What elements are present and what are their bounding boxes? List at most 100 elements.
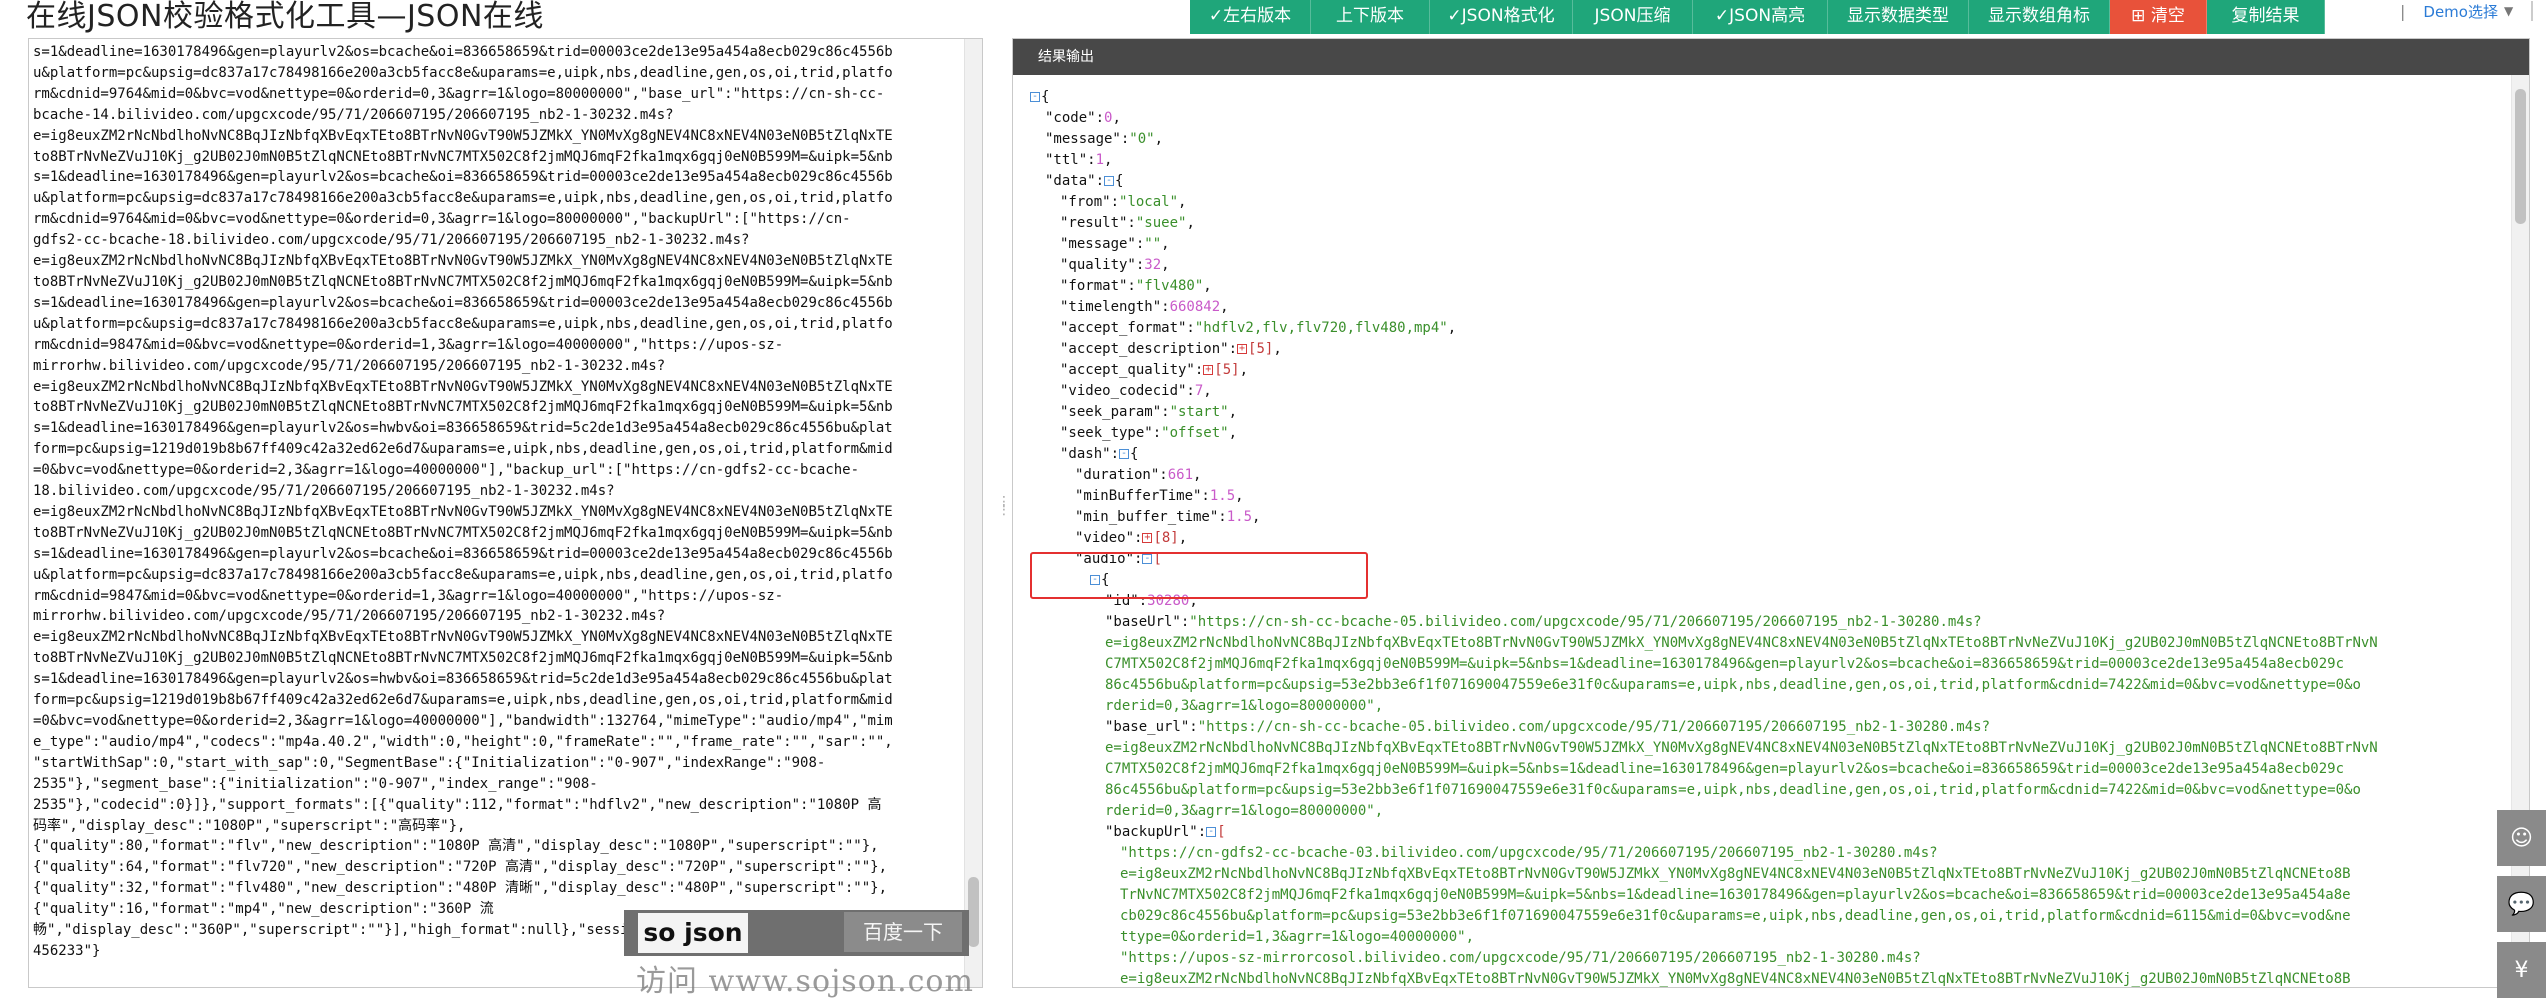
tree-line: TrNvNC7MTX502C8f2jmMQJ6mqF2fka1mqx6gqj0e…: [1013, 885, 2513, 906]
string-value: 86c4556bu&platform=pc&upsig=53e2bb3e6f1f…: [1105, 782, 2361, 798]
json-key: ,: [1220, 299, 1229, 315]
tree-line: e=ig8euxZM2rNcNbdlhoNvNC8BqJIzNbfqXBvEqx…: [1013, 633, 2513, 654]
json-key: "accept_format":: [1060, 320, 1195, 336]
collapse-icon[interactable]: -: [1030, 92, 1040, 102]
tree-line: "timelength":660842,: [1013, 297, 2513, 318]
object-brace: {: [1041, 89, 1050, 105]
tree-line: "message":"0",: [1013, 129, 2513, 150]
collapsed-count[interactable]: [8]: [1153, 530, 1178, 546]
number-value: 661: [1167, 467, 1194, 483]
string-value: "0": [1129, 131, 1155, 147]
json-key: ,: [1203, 383, 1212, 399]
expand-icon[interactable]: +: [1142, 533, 1153, 543]
string-value: C7MTX502C8f2jmMQJ6mqF2fka1mqx6gqj0eN0B59…: [1105, 761, 2345, 777]
yen-icon[interactable]: ¥: [2497, 942, 2546, 998]
tree-line: "https://cn-gdfs2-cc-bcache-03.bilivideo…: [1013, 843, 2513, 864]
tree-line: e=ig8euxZM2rNcNbdlhoNvNC8BqJIzNbfqXBvEqx…: [1013, 864, 2513, 885]
toolbar: ✓左右版本 上下版本 ✓JSON格式化 JSON压缩 ✓JSON高亮 显示数据类型 显示数组…: [1190, 0, 2325, 34]
tree-line: -{: [1013, 87, 2513, 108]
toolbar-button[interactable]: 显示数据类型: [1828, 0, 1969, 34]
face-icon[interactable]: ☺: [2497, 810, 2546, 866]
json-key: "message":: [1045, 131, 1130, 147]
expand-icon[interactable]: +: [1237, 344, 1248, 354]
json-key: "accept_description":: [1060, 341, 1238, 357]
pane-resize-handle[interactable]: ⋮ ⋮: [997, 495, 1011, 532]
string-value: "suee": [1135, 215, 1187, 231]
toolbar-button[interactable]: ✓左右版本: [1190, 0, 1311, 34]
collapse-icon[interactable]: -: [1104, 176, 1115, 186]
json-key: "backupUrl":: [1105, 824, 1207, 840]
collapse-icon[interactable]: -: [1206, 827, 1217, 837]
demo-select-label: Demo选择: [2423, 2, 2498, 21]
scrollbar-thumb[interactable]: [2515, 89, 2526, 224]
tree-line: "seek_type":"offset",: [1013, 423, 2513, 444]
json-input-editor[interactable]: s=1&deadline=1630178496&gen=playurlv2&os…: [28, 38, 983, 988]
tree-line: "https://upos-sz-mirrorcosol.bilivideo.c…: [1013, 948, 2513, 969]
string-value: e=ig8euxZM2rNcNbdlhoNvNC8BqJIzNbfqXBvEqx…: [1105, 635, 2378, 651]
json-key: "video":: [1075, 530, 1143, 546]
scrollbar[interactable]: [964, 39, 982, 987]
watermark-url: 访问 www.sojson.com: [636, 964, 974, 999]
string-value: "flv480": [1135, 278, 1204, 294]
tree-line: "minBufferTime":1.5,: [1013, 486, 2513, 507]
string-value: "https://upos-sz-mirrorcosol.bilivideo.c…: [1120, 950, 1921, 966]
json-key: ,: [1239, 362, 1249, 378]
divider: [2531, 1, 2534, 21]
string-value: "offset": [1161, 425, 1229, 441]
string-value: "": [1144, 236, 1162, 252]
toolbar-button[interactable]: ✓JSON格式化: [1430, 0, 1573, 34]
json-key: ,: [1447, 320, 1457, 336]
json-key: "video_codecid":: [1060, 383, 1195, 399]
json-key: "result":: [1060, 215, 1136, 231]
number-value: 1.5: [1209, 488, 1236, 504]
json-key: "code":: [1045, 110, 1105, 126]
toolbar-button[interactable]: 复制结果: [2207, 0, 2325, 34]
tree-line: e=ig8euxZM2rNcNbdlhoNvNC8BqJIzNbfqXBvEqx…: [1013, 738, 2513, 759]
toolbar-button[interactable]: JSON压缩: [1573, 0, 1693, 34]
sojson-logo: so json: [638, 913, 748, 953]
toolbar-button[interactable]: 显示数组角标: [1969, 0, 2110, 34]
string-value: "hdflv2,flv,flv720,flv480,mp4": [1194, 320, 1448, 336]
chevron-down-icon: ▼: [2503, 4, 2514, 18]
json-key: ,: [1104, 152, 1113, 168]
tree-line: "min_buffer_time":1.5,: [1013, 507, 2513, 528]
chat-icon[interactable]: 💬: [2497, 876, 2546, 932]
toolbar-button[interactable]: ⊞ 清空: [2110, 0, 2207, 34]
toolbar-button[interactable]: 上下版本: [1311, 0, 1430, 34]
string-value: rderid=0,3&agrr=1&logo=80000000",: [1105, 803, 1384, 819]
tree-line: C7MTX502C8f2jmMQJ6mqF2fka1mqx6gqj0eN0B59…: [1013, 654, 2513, 675]
collapse-icon[interactable]: -: [1119, 449, 1130, 459]
json-key: ,: [1235, 488, 1244, 504]
json-key: "data":: [1045, 173, 1105, 189]
tree-line: "format":"flv480",: [1013, 276, 2513, 297]
json-key: "format":: [1060, 278, 1136, 294]
demo-select[interactable]: Demo选择 ▼: [2423, 1, 2513, 22]
object-brace: {: [1130, 446, 1139, 462]
string-value: "https://cn-sh-cc-bcache-05.bilivideo.co…: [1189, 614, 1982, 630]
json-key: "from":: [1060, 194, 1120, 210]
json-key: "seek_param":: [1060, 404, 1170, 420]
expand-icon[interactable]: +: [1203, 365, 1214, 375]
json-key: "seek_type":: [1060, 425, 1162, 441]
collapsed-count[interactable]: [5]: [1248, 341, 1273, 357]
string-value: cb029c86c4556bu&platform=pc&upsig=53e2bb…: [1120, 908, 2351, 924]
tree-line: "duration":661,: [1013, 465, 2513, 486]
number-value: 1: [1095, 152, 1105, 168]
string-value: e=ig8euxZM2rNcNbdlhoNvNC8BqJIzNbfqXBvEqx…: [1120, 866, 2351, 882]
json-key: "message":: [1060, 236, 1145, 252]
collapsed-count[interactable]: [5]: [1214, 362, 1239, 378]
string-value: e=ig8euxZM2rNcNbdlhoNvNC8BqJIzNbfqXBvEqx…: [1105, 740, 2378, 756]
divider: |: [2400, 1, 2406, 21]
json-key: "ttl":: [1045, 152, 1096, 168]
tree-line: C7MTX502C8f2jmMQJ6mqF2fka1mqx6gqj0eN0B59…: [1013, 759, 2513, 780]
json-input-text[interactable]: s=1&deadline=1630178496&gen=playurlv2&os…: [33, 42, 958, 962]
json-key: ,: [1252, 509, 1261, 525]
tree-line: cb029c86c4556bu&platform=pc&upsig=53e2bb…: [1013, 906, 2513, 927]
json-output-panel: 结果输出 -{"code":0, "message":"0", "ttl":1, "d…: [1012, 38, 2530, 988]
tree-line: "accept_description": + [5],: [1013, 339, 2513, 360]
audio-highlight-box: [1030, 552, 1368, 599]
scrollbar-thumb[interactable]: [968, 877, 979, 947]
string-value: "start": [1169, 404, 1229, 420]
toolbar-button[interactable]: ✓JSON高亮: [1693, 0, 1828, 34]
sojson-watermark: so json 百度一下 访问 www.sojson.com: [624, 900, 973, 999]
